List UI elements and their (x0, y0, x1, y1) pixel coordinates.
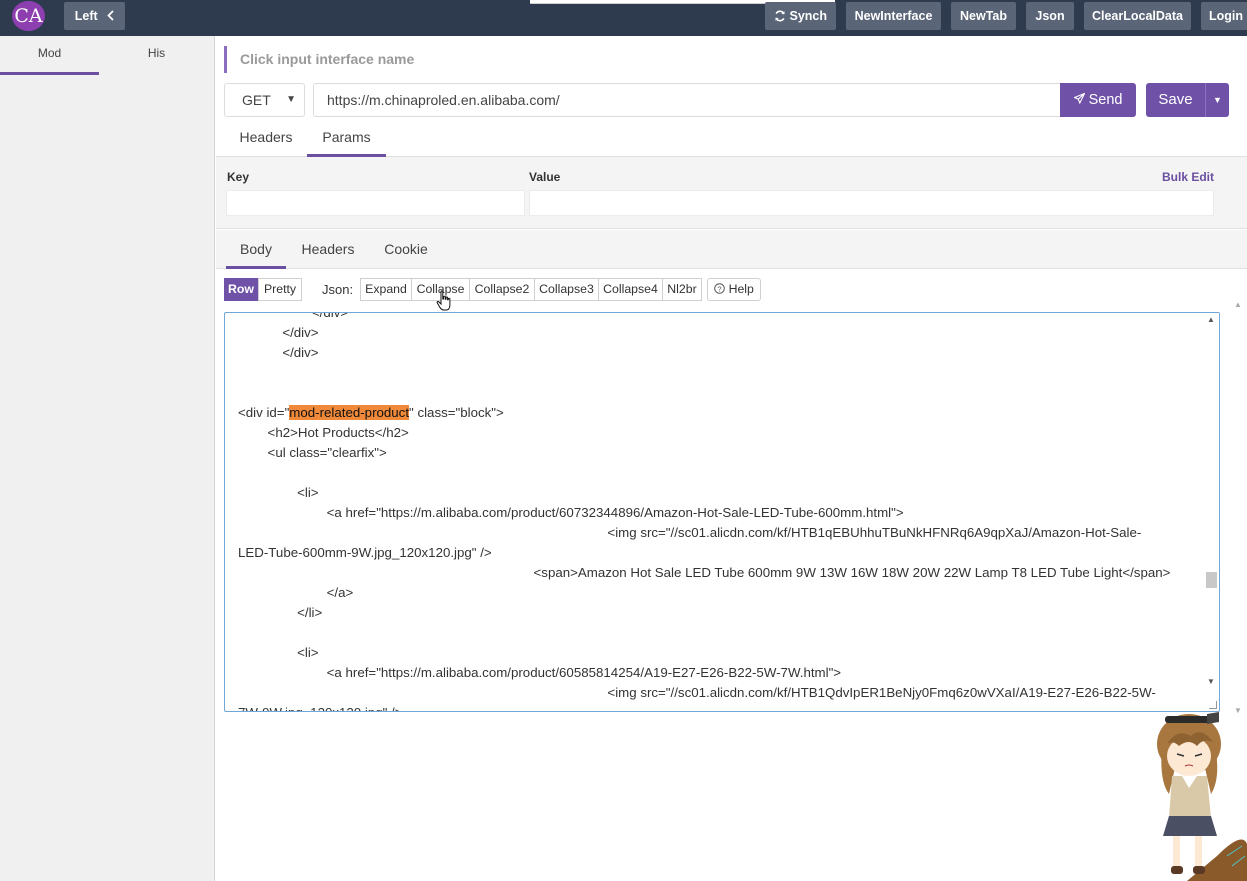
save-button[interactable]: Save (1146, 83, 1205, 117)
param-key-input[interactable] (226, 190, 525, 216)
code-line: <ul class="clearfix"> (238, 445, 387, 460)
tab-cookie[interactable]: Cookie (376, 230, 436, 269)
left-toggle-button[interactable]: Left (64, 2, 125, 30)
send-button[interactable]: Send (1060, 83, 1136, 117)
code-line: </li> (238, 605, 323, 620)
caret-down-icon: ▼ (1213, 95, 1222, 105)
code-text: " class="block"> (409, 405, 504, 420)
sync-icon (774, 9, 789, 23)
code-line: <img src="//sc01.alicdn.com/kf/HTB1QdvIp… (238, 685, 1156, 700)
new-interface-button[interactable]: NewInterface (846, 2, 941, 30)
code-line: </div> (238, 312, 349, 320)
scrollbar-thumb[interactable] (1206, 572, 1217, 588)
scroll-up-icon[interactable]: ▲ (1207, 315, 1215, 324)
paper-plane-icon (1072, 92, 1089, 108)
bulk-edit-link[interactable]: Bulk Edit (1162, 170, 1214, 184)
code-line: <img src="//sc01.alicdn.com/kf/HTB1qEBUh… (238, 525, 1142, 540)
help-button[interactable]: ? Help (707, 278, 761, 301)
save-dropdown-button[interactable]: ▼ (1205, 83, 1229, 117)
key-column-label: Key (227, 170, 250, 184)
code-line: </div> (238, 325, 319, 340)
tab-params[interactable]: Params (307, 122, 386, 157)
value-column-label: Value (529, 170, 561, 184)
code-line: <a href="https://m.alibaba.com/product/6… (238, 505, 904, 520)
code-line: <h2>Hot Products</h2> (238, 425, 409, 440)
url-input[interactable]: https://m.chinaproled.en.alibaba.com/ (313, 83, 1061, 117)
synch-button[interactable]: Synch (765, 2, 836, 30)
request-tabs: Headers Params (216, 122, 1247, 157)
method-select[interactable]: GET ▼ (224, 83, 305, 117)
response-body-code: </div> </div> </div> <div id="mod-relate… (225, 312, 1203, 711)
sidebar: Mod His (0, 36, 215, 881)
clear-local-data-button[interactable]: ClearLocalData (1084, 2, 1191, 30)
caret-down-icon: ▼ (286, 94, 296, 105)
new-tab-button[interactable]: NewTab (951, 2, 1016, 30)
collapse2-button[interactable]: Collapse2 (469, 278, 535, 301)
nl2br-button[interactable]: Nl2br (662, 278, 702, 301)
top-bar: CA Left Synch NewInterface NewTab Json C… (0, 0, 1247, 36)
synch-label: Synch (789, 9, 827, 23)
json-label: Json: (322, 282, 354, 297)
body-toolbar: Row Pretty Json: Expand Collapse Collaps… (216, 269, 1247, 311)
interface-name-input[interactable]: Click input interface name (224, 46, 414, 73)
left-button-label: Left (74, 9, 98, 23)
code-line: <li> (238, 485, 319, 500)
pretty-button[interactable]: Pretty (258, 278, 302, 301)
mascot-character-image (1157, 712, 1247, 881)
collapse4-button[interactable]: Collapse4 (598, 278, 663, 301)
sidebar-tab-mod[interactable]: Mod (0, 36, 99, 75)
sidebar-tab-his[interactable]: His (107, 36, 206, 75)
editor-scrollbar[interactable]: ▲ ▼ (1203, 313, 1219, 711)
code-line: <li> (238, 645, 319, 660)
send-label: Send (1088, 92, 1123, 108)
code-line: <span>Amazon Hot Sale LED Tube 600mm 9W … (238, 565, 1171, 580)
svg-text:?: ? (718, 284, 722, 293)
help-label: Help (728, 282, 754, 296)
json-button[interactable]: Json (1026, 2, 1074, 30)
main-panel: Click input interface name GET ▼ https:/… (216, 36, 1247, 881)
search-highlight: mod-related-product (289, 405, 410, 420)
page-scroll-up-icon[interactable]: ▲ (1234, 300, 1242, 309)
code-line: 7W-9W.jpg_120x120.jpg" /> (238, 703, 1203, 711)
tab-body[interactable]: Body (226, 230, 286, 269)
login-button[interactable]: Login (1201, 2, 1247, 30)
collapse3-button[interactable]: Collapse3 (534, 278, 599, 301)
expand-button[interactable]: Expand (360, 278, 412, 301)
code-line: LED-Tube-600mm-9W.jpg_120x120.jpg" /> (238, 545, 492, 560)
scroll-down-icon[interactable]: ▼ (1207, 677, 1215, 686)
tab-request-headers[interactable]: Headers (226, 122, 306, 157)
chevron-left-icon (107, 9, 114, 23)
code-line: </div> (238, 345, 319, 360)
app-logo: CA (12, 1, 45, 31)
question-circle-icon: ? (714, 282, 728, 296)
code-line: </a> (238, 585, 354, 600)
method-value: GET (242, 92, 271, 108)
param-value-input[interactable] (529, 190, 1214, 216)
tab-response-headers[interactable]: Headers (294, 230, 362, 269)
hand-cursor-icon (436, 290, 451, 311)
code-line: <div id="mod-related-product" class="blo… (238, 403, 1203, 423)
row-button[interactable]: Row (224, 278, 258, 301)
code-line: <a href="https://m.alibaba.com/product/6… (238, 665, 842, 680)
response-body-editor[interactable]: </div> </div> </div> <div id="mod-relate… (224, 312, 1220, 712)
code-text: <div id=" (238, 405, 290, 420)
response-tabs: Body Headers Cookie (216, 230, 1247, 269)
params-editor: Key Value Bulk Edit (216, 157, 1247, 229)
